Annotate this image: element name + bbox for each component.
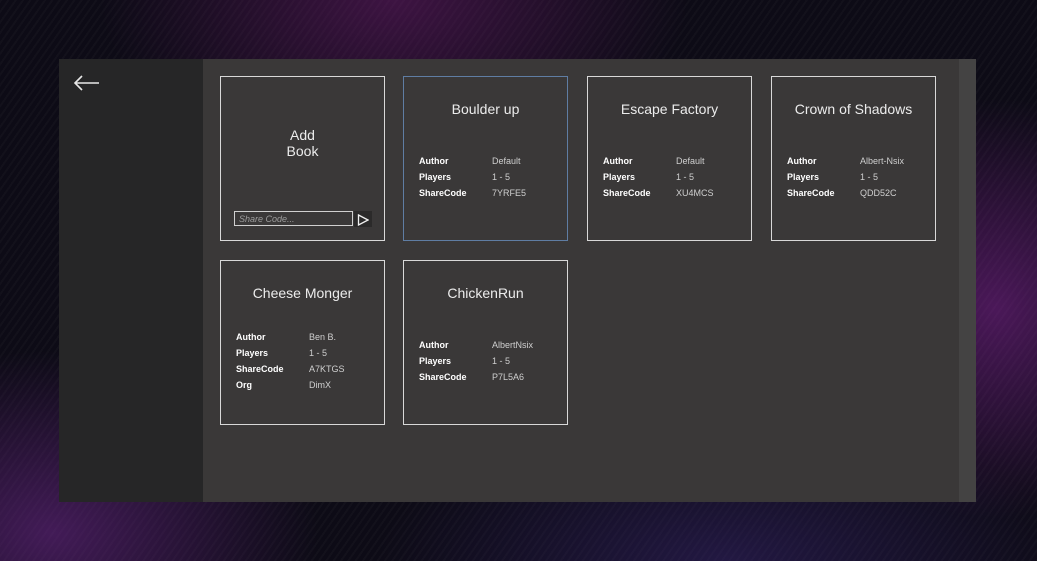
play-triangle-icon xyxy=(357,214,369,226)
back-button[interactable] xyxy=(73,73,105,95)
book-title: Escape Factory xyxy=(620,101,719,117)
meta-row-author: Author Albert-Nsix xyxy=(787,156,905,166)
meta-row-sharecode: ShareCode XU4MCS xyxy=(603,188,714,198)
meta-row-players: Players 1 - 5 xyxy=(787,172,879,182)
book-title: Crown of Shadows xyxy=(794,101,913,117)
book-meta: Author Default Players 1 - 5 ShareCode 7YRF… xyxy=(419,153,559,201)
meta-row-players: Players 1 - 5 xyxy=(419,172,511,182)
book-meta: Author Albert-Nsix Players 1 - 5 ShareCode… xyxy=(787,153,927,201)
meta-row-author: Author Default xyxy=(419,156,521,166)
add-book-card[interactable]: Add Book xyxy=(220,76,385,241)
book-card[interactable]: Escape Factory Author Default Players 1 - … xyxy=(587,76,752,241)
app-window: Add Book Boulder up AuthorDefault Player… xyxy=(59,59,976,502)
sidebar xyxy=(59,59,203,502)
book-grid: Add Book Boulder up AuthorDefault Player… xyxy=(203,59,959,502)
submit-share-code-button[interactable] xyxy=(354,211,372,227)
book-card[interactable]: Crown of Shadows Author Albert-Nsix Playe… xyxy=(771,76,936,241)
meta-row-sharecode: ShareCode P7L5A6 xyxy=(419,372,525,382)
book-title: Boulder up xyxy=(451,101,520,117)
meta-row-org: Org DimX xyxy=(236,380,331,390)
arrow-left-icon xyxy=(73,75,99,91)
scrollbar-track[interactable] xyxy=(959,59,976,502)
meta-row-sharecode: ShareCode 7YRFE5 xyxy=(419,188,527,198)
meta-row-author: Author Default xyxy=(603,156,705,166)
book-title: Cheese Monger xyxy=(252,285,353,301)
meta-row-players: Players 1 - 5 xyxy=(236,348,328,358)
meta-row-author: Author AlbertNsix xyxy=(419,340,534,350)
add-book-title: Add Book xyxy=(286,127,319,159)
book-card[interactable]: Boulder up Author Default Players 1 - 5 Sh… xyxy=(403,76,568,241)
book-meta: Author Default Players 1 - 5 ShareCode XU4M… xyxy=(603,153,743,201)
meta-row-players: Players 1 - 5 xyxy=(603,172,695,182)
book-meta: Author Ben B. Players 1 - 5 ShareCode A7KTG… xyxy=(236,329,376,393)
book-meta: Author AlbertNsix Players 1 - 5 ShareCode P… xyxy=(419,337,559,385)
meta-row-sharecode: ShareCode QDD52C xyxy=(787,188,897,198)
share-code-input[interactable] xyxy=(234,211,353,226)
meta-row-sharecode: ShareCode A7KTGS xyxy=(236,364,345,374)
meta-row-author: Author Ben B. xyxy=(236,332,337,342)
book-card[interactable]: ChickenRun Author AlbertNsix Players 1 - 5… xyxy=(403,260,568,425)
meta-row-players: Players 1 - 5 xyxy=(419,356,511,366)
book-title: ChickenRun xyxy=(447,285,524,301)
book-card[interactable]: Cheese Monger Author Ben B. Players 1 - 5 … xyxy=(220,260,385,425)
